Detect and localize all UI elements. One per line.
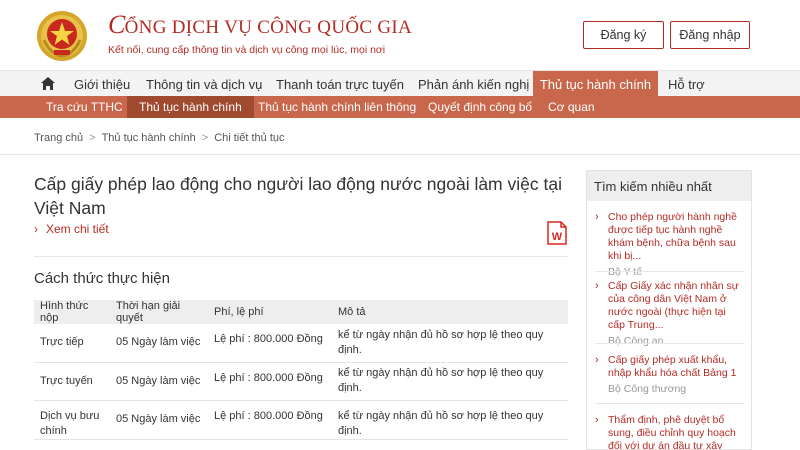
submission-form-cell: Dịch vụ bưu chính (34, 400, 110, 440)
section-divider (34, 256, 568, 257)
subnav-item-quyet-dinh[interactable]: Quyết định công bố (418, 96, 542, 118)
sidebar-item[interactable]: › Cho phép người hành nghề được tiếp tục… (595, 211, 745, 278)
subnav-item-co-quan[interactable]: Cơ quan (538, 96, 605, 118)
column-header: Hình thức nộp (34, 300, 110, 324)
deadline-cell: 05 Ngày làm việc (110, 400, 208, 440)
sidebar-divider (595, 403, 745, 404)
nav-item-ho-tro[interactable]: Hỗ trợ (660, 71, 713, 97)
home-icon[interactable] (40, 76, 56, 91)
chevron-right-icon: › (595, 414, 599, 426)
breadcrumb-separator: > (89, 132, 96, 144)
svg-text:W: W (552, 231, 563, 243)
view-details-label: Xem chi tiết (46, 222, 109, 236)
description-cell: kể từ ngày nhận đủ hồ sơ hợp lệ theo quy… (332, 362, 568, 401)
nav-item-thanh-toan[interactable]: Thanh toán trực tuyến (268, 71, 412, 97)
site-header: CỔNG DỊCH VỤ CÔNG QUỐC GIA Kết nối, cung… (0, 0, 800, 70)
most-searched-sidebar: Tìm kiếm nhiều nhất › Cho phép người hàn… (586, 170, 752, 450)
sidebar-item[interactable]: › Thẩm định, phê duyệt bổ sung, điều chỉ… (595, 414, 745, 449)
sidebar-title: Tìm kiếm nhiều nhất (587, 171, 751, 201)
subnav-item-thu-tuc[interactable]: Thủ tục hành chính (127, 96, 254, 118)
methods-table: Hình thức nộp Thời hạn giải quyết Phí, l… (34, 300, 568, 440)
deadline-cell: 05 Ngày làm việc (110, 362, 208, 401)
portal-title-rest: ỔNG DỊCH VỤ CÔNG QUỐC GIA (124, 17, 413, 38)
nav-item-thong-tin-dich-vu[interactable]: Thông tin và dịch vụ (138, 71, 270, 97)
sidebar-item[interactable]: › Cấp giấy phép xuất khẩu, nhập khẩu hóa… (595, 354, 745, 395)
methods-section-title: Cách thức thực hiện (34, 270, 170, 287)
description-cell: kể từ ngày nhận đủ hồ sơ hợp lệ theo quy… (332, 324, 568, 363)
breadcrumb: Trang chủ > Thủ tục hành chính > Chi tiế… (34, 132, 285, 144)
brand[interactable]: CỔNG DỊCH VỤ CÔNG QUỐC GIA Kết nối, cung… (108, 10, 412, 56)
breadcrumb-home[interactable]: Trang chủ (34, 132, 83, 144)
column-header: Phí, lệ phí (208, 300, 332, 324)
table-header-row: Hình thức nộp Thời hạn giải quyết Phí, l… (34, 300, 568, 324)
sidebar-item-agency: Bộ Y tế (608, 266, 643, 278)
sidebar-item-agency: Bộ Công an (608, 335, 664, 347)
nav-item-gioi-thieu[interactable]: Giới thiệu (66, 71, 138, 97)
submission-form-cell: Trực tiếp (34, 324, 110, 363)
chevron-right-icon: › (34, 222, 38, 236)
table-row: Dịch vụ bưu chính 05 Ngày làm việc Lệ ph… (34, 400, 568, 440)
fee-cell: Lệ phí : 800.000 Đồng (208, 362, 332, 401)
breadcrumb-current: Chi tiết thủ tục (214, 132, 285, 144)
sidebar-item-title[interactable]: Cấp giấy phép xuất khẩu, nhập khẩu hóa c… (608, 354, 745, 380)
subnav-item-tra-cuu[interactable]: Tra cứu TTHC (36, 96, 133, 118)
submission-form-cell: Trực tuyến (34, 362, 110, 401)
chevron-right-icon: › (595, 354, 599, 366)
breadcrumb-separator: > (201, 132, 209, 144)
breadcrumb-procedures[interactable]: Thủ tục hành chính (102, 132, 196, 144)
portal-title: CỔNG DỊCH VỤ CÔNG QUỐC GIA (108, 10, 412, 40)
sidebar-item[interactable]: › Cấp Giấy xác nhận nhân sự của công dân… (595, 280, 745, 347)
register-button[interactable]: Đăng ký (583, 21, 664, 49)
nav-item-thu-tuc[interactable]: Thủ tục hành chính (533, 71, 658, 97)
chevron-right-icon: › (595, 211, 599, 223)
sidebar-item-title[interactable]: Thẩm định, phê duyệt bổ sung, điều chỉnh… (608, 414, 745, 449)
description-cell: kể từ ngày nhận đủ hồ sơ hợp lệ theo quy… (332, 400, 568, 440)
sidebar-item-agency: Bộ Công thương (608, 383, 687, 395)
deadline-cell: 05 Ngày làm việc (110, 324, 208, 363)
main-nav: Giới thiệu Thông tin và dịch vụ Thanh to… (0, 70, 800, 97)
column-header: Mô tả (332, 300, 568, 324)
column-header: Thời hạn giải quyết (110, 300, 208, 324)
word-document-icon[interactable]: W (546, 221, 568, 245)
subnav-item-lien-thong[interactable]: Thủ tục hành chính liên thông (248, 96, 426, 118)
sub-nav: Tra cứu TTHC Thủ tục hành chính Thủ tục … (0, 96, 800, 118)
login-button[interactable]: Đăng nhập (670, 21, 750, 49)
nav-item-phan-anh[interactable]: Phản ánh kiến nghị (410, 71, 537, 97)
table-row: Trực tuyến 05 Ngày làm việc Lệ phí : 800… (34, 362, 568, 401)
fee-cell: Lệ phí : 800.000 Đồng (208, 400, 332, 440)
fee-cell: Lệ phí : 800.000 Đồng (208, 324, 332, 363)
sidebar-divider (595, 343, 745, 344)
sidebar-item-title[interactable]: Cho phép người hành nghề được tiếp tục h… (608, 211, 745, 263)
table-row: Trực tiếp 05 Ngày làm việc Lệ phí : 800.… (34, 324, 568, 363)
page-title: Cấp giấy phép lao động cho người lao độn… (34, 174, 562, 218)
chevron-right-icon: › (595, 280, 599, 292)
national-emblem-icon[interactable] (36, 10, 88, 62)
breadcrumb-divider (0, 154, 800, 155)
view-details-link[interactable]: › Xem chi tiết (34, 222, 109, 236)
portal-slogan: Kết nối, cung cấp thông tin và dịch vụ c… (108, 44, 386, 56)
portal-title-initial: C (108, 10, 126, 39)
sidebar-divider (595, 271, 745, 272)
sidebar-item-title[interactable]: Cấp Giấy xác nhận nhân sự của công dân V… (608, 280, 745, 332)
